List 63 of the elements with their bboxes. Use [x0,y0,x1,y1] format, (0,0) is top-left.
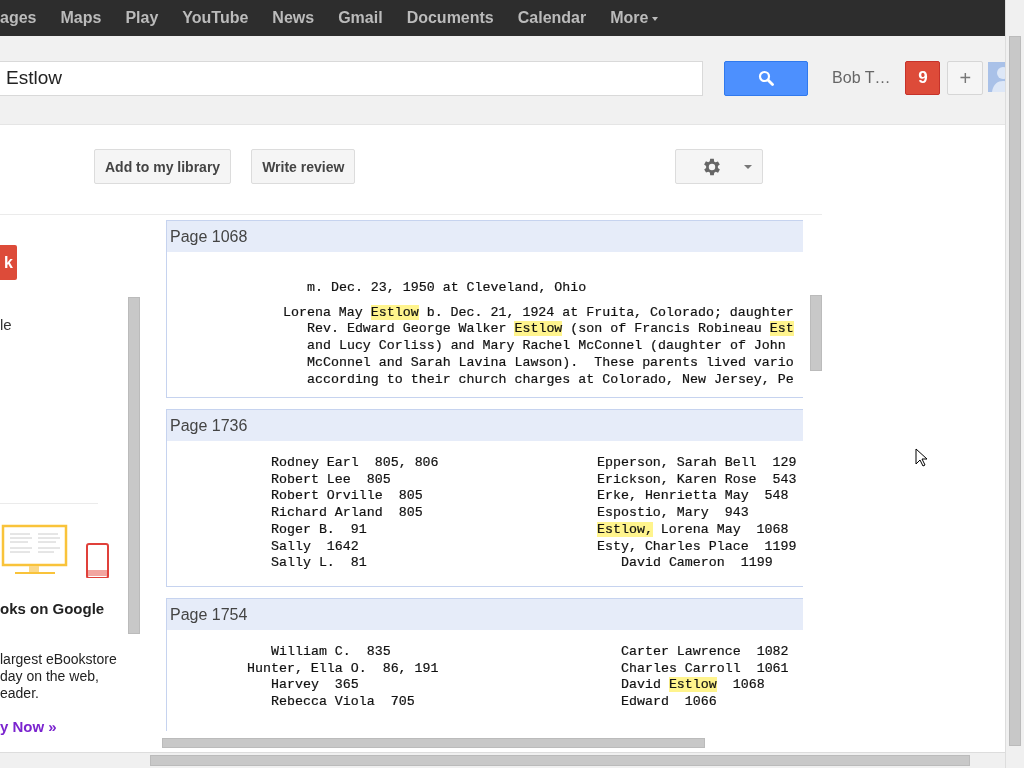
scan-line: Espostio, Mary 943 [597,505,750,522]
nav-link[interactable]: News [260,9,327,27]
nav-link[interactable]: Maps [48,9,114,27]
scan-line: Sally 1642 [270,538,360,556]
settings-button[interactable] [675,149,764,184]
caret-icon [744,164,753,169]
nav-link[interactable]: Calendar [505,9,599,27]
scan-line: Harvey 365 [270,677,360,695]
cursor-icon [915,448,927,467]
nav-link[interactable]: ages [0,9,49,27]
scan-line: Hunter, Ella O. 86, 191 [247,660,440,678]
scan-line: Charles Carroll 1061 [620,660,789,678]
search-field[interactable]: Estlow [0,60,703,96]
share-button[interactable]: + [947,61,984,95]
page-label[interactable]: Page 1736 [167,409,803,441]
toolbar-button[interactable]: Write review [251,149,356,184]
scan-line: Sally L. 81 [270,555,368,572]
scan-line: Richard Arland 805 [270,505,424,522]
scan-line: Rebecca Viola 705 [270,694,416,711]
scan-line: Erickson, Karen Rose 543 [597,471,797,489]
nav-link[interactable]: YouTube [170,9,261,27]
sidebar-text: le [0,316,12,333]
scan-line: Rev. Edward George Walker Estlow (son of Francis Robineau Est [306,321,794,339]
scrollbar-thumb[interactable] [1009,36,1021,746]
scan-line: Esty, Charles Place 1199 [597,538,797,556]
nav-link[interactable]: Play [113,9,171,27]
avatar-icon[interactable] [988,62,1005,94]
page-label[interactable]: Page 1068 [167,220,803,252]
scan-line: m. Dec. 23, 1950 at Cleveland, Ohio [306,280,588,297]
scan-line: Estlow, Lorena May 1068 [597,521,790,539]
scan-line: and Lucy Corliss) and Mary Rachel McConnel (daughter of John [306,338,787,355]
scan-line: Erke, Henrietta May 548 [597,488,790,506]
action-button[interactable]: k [0,245,17,280]
scan-line: Epperson, Sarah Bell 129 [597,455,797,472]
scrollbar-thumb[interactable] [162,738,705,748]
search-button[interactable] [723,60,809,96]
scan-line: William C. 835 [270,644,392,661]
nav-link[interactable]: Gmail [326,9,395,27]
scan-line: Rodney Earl 805, 806 [270,455,440,472]
scan-line: Edward 1066 [620,694,718,711]
scan-line: McConnel and Sarah Lavina Lawson). These parents lived vario [306,354,794,372]
scan-line: Robert Lee 805 [270,471,392,489]
scan-line: Carter Lawrence 1082 [620,644,789,661]
shop-link[interactable]: y Now » [0,718,57,735]
user-name[interactable]: Bob T… [832,69,891,87]
notification-count[interactable]: 9 [905,61,941,95]
scan-line: David Estlow 1068 [620,677,766,695]
scan-line: according to their church charges at Colorado, New Jersey, Pe [306,371,794,389]
scan-line: David Cameron 1199 [620,555,774,572]
toolbar-button[interactable]: Add to my library [94,149,232,184]
promo-text: largest eBookstore day on the web, eader. [0,651,117,702]
scrollbar-thumb[interactable] [128,297,140,634]
scan-line: Roger B. 91 [270,521,368,539]
promo-title: oks on Google [0,600,105,617]
page-label[interactable]: Page 1754 [167,598,803,630]
nav-link[interactable]: Documents [394,9,506,27]
caret-icon [652,17,659,21]
scrollbar-thumb[interactable] [150,755,970,766]
scan-line: Lorena May Estlow b. Dec. 21, 1924 at Fruita, Colorado; daughter [283,304,794,322]
scan-line: Robert Orville 805 [270,488,424,506]
search-icon [757,70,774,86]
more-menu[interactable]: More [598,9,671,27]
scrollbar-thumb[interactable] [810,295,822,371]
